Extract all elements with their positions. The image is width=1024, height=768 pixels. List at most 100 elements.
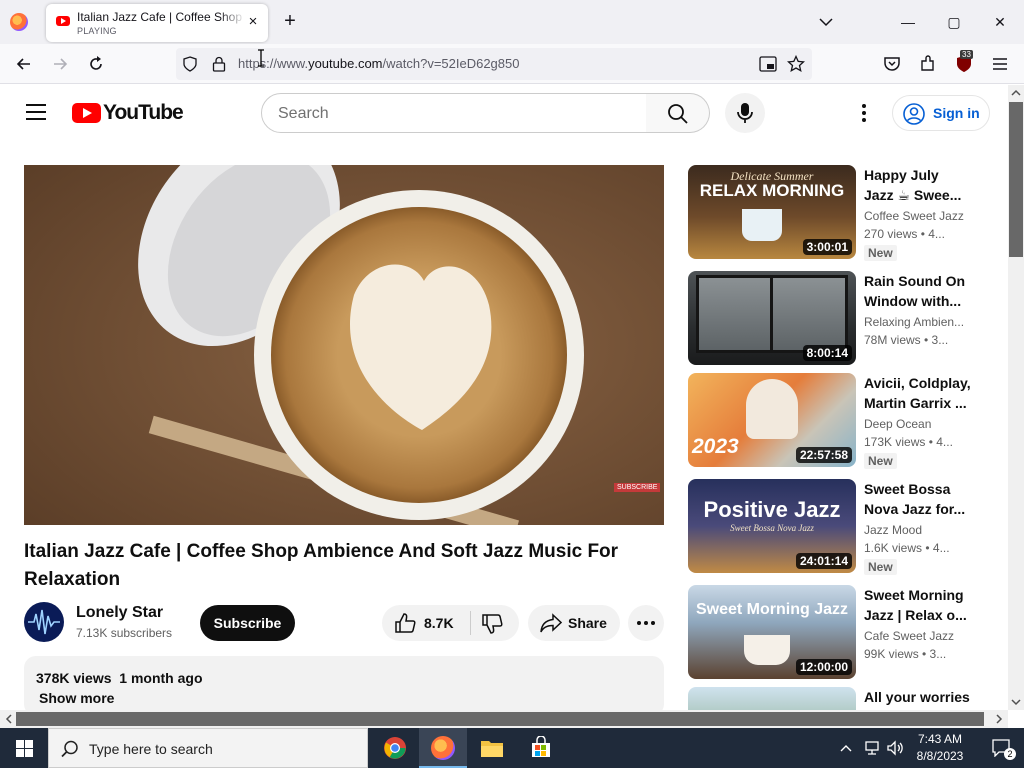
taskbar-clock-time[interactable]: 7:43 AM	[912, 732, 968, 746]
taskbar-file-explorer[interactable]	[468, 728, 516, 768]
vertical-scrollbar-thumb[interactable]	[1009, 102, 1023, 257]
guide-menu-icon[interactable]	[26, 103, 46, 121]
sound-wave-icon	[28, 609, 60, 635]
video-duration: 24:01:14	[795, 553, 852, 569]
start-button[interactable]	[0, 728, 48, 768]
reload-icon[interactable]	[86, 54, 106, 74]
folder-icon	[481, 741, 503, 757]
scroll-right-arrow-icon[interactable]	[993, 713, 1005, 725]
firefox-icon	[431, 736, 455, 760]
store-icon	[532, 736, 550, 757]
channel-avatar[interactable]	[24, 602, 64, 642]
firefox-icon[interactable]	[10, 13, 28, 31]
video-duration: 12:00:00	[795, 659, 852, 675]
recommendation-title[interactable]: Sweet Bossa Nova Jazz for...	[864, 479, 972, 519]
new-tab-button[interactable]: +	[280, 11, 300, 31]
recommendation-item[interactable]: Delicate Summer RELAX MORNING 3:00:01 Ha…	[688, 165, 988, 261]
window-maximize-button[interactable]: ▢	[944, 12, 964, 32]
video-duration: 22:57:58	[795, 447, 852, 463]
video-player[interactable]: SUBSCRIBE	[24, 165, 664, 525]
tracking-shield-icon[interactable]	[182, 56, 198, 72]
share-button[interactable]: Share	[528, 605, 620, 641]
video-frame-latte-art	[24, 165, 664, 525]
recommendation-thumbnail[interactable]: Positive Jazz Sweet Bossa Nova Jazz 24:0…	[688, 479, 856, 573]
pocket-icon[interactable]	[882, 54, 902, 74]
taskbar-firefox-active[interactable]	[419, 728, 467, 768]
recommendation-thumbnail[interactable]: Delicate Summer RELAX MORNING 3:00:01	[688, 165, 856, 259]
dislike-icon[interactable]	[481, 614, 503, 634]
address-bar[interactable]: https://www.youtube.com/watch?v=52IeD62g…	[176, 48, 812, 80]
back-icon[interactable]	[14, 54, 34, 74]
recommendation-title[interactable]: All your worries	[864, 687, 972, 707]
taskbar-chrome[interactable]	[371, 728, 419, 768]
voice-search-button[interactable]	[725, 93, 765, 133]
list-tabs-icon[interactable]	[816, 13, 836, 31]
recommendation-channel[interactable]: Jazz Mood	[864, 523, 972, 537]
recommendation-item[interactable]: 8:00:14 Rain Sound On Window with... Rel…	[688, 271, 988, 365]
sign-in-button[interactable]: Sign in	[892, 95, 990, 131]
recommendation-item[interactable]: Sweet Morning Jazz 12:00:00 Sweet Mornin…	[688, 585, 988, 679]
youtube-favicon-icon	[56, 16, 70, 26]
youtube-logo-text[interactable]: YouTube	[103, 101, 184, 125]
bookmark-star-icon[interactable]	[787, 55, 805, 73]
show-more-link[interactable]: Show more	[39, 690, 114, 706]
window-close-button[interactable]: ✕	[990, 12, 1010, 32]
browser-tab-active[interactable]: Italian Jazz Cafe | Coffee Shop Ambience…	[46, 4, 268, 42]
scroll-down-arrow-icon[interactable]	[1010, 696, 1022, 708]
thumbnail-headline: RELAX MORNING	[699, 181, 845, 200]
channel-name[interactable]: Lonely Star	[76, 604, 163, 622]
window-minimize-button[interactable]: —	[898, 12, 918, 32]
recommendation-channel[interactable]: Relaxing Ambien...	[864, 315, 972, 329]
picture-in-picture-icon[interactable]	[759, 56, 777, 72]
taskbar-search-box[interactable]: Type here to search	[48, 728, 368, 768]
volume-icon[interactable]	[886, 740, 904, 756]
recommendation-title[interactable]: Happy July Jazz ☕ Swee...	[864, 165, 972, 205]
windows-taskbar: Type here to search 7:43 AM 8/8/2023 2	[0, 728, 1024, 768]
like-divider	[470, 611, 471, 635]
recommendation-item[interactable]: Positive Jazz Sweet Bossa Nova Jazz 24:0…	[688, 479, 988, 575]
description-box[interactable]: 378K views 1 month ago Show more	[24, 656, 664, 716]
hamburger-menu-icon[interactable]	[990, 54, 1010, 74]
network-icon[interactable]	[862, 740, 880, 756]
recommendation-channel[interactable]: Deep Ocean	[864, 417, 972, 431]
subscribe-watermark[interactable]: SUBSCRIBE	[614, 483, 661, 492]
recommendation-thumbnail[interactable]: Sweet Morning Jazz 12:00:00	[688, 585, 856, 679]
url-text[interactable]: https://www.youtube.com/watch?v=52IeD62g…	[238, 56, 519, 71]
taskbar-store[interactable]	[517, 728, 565, 768]
youtube-logo-icon[interactable]	[72, 103, 101, 123]
lock-icon[interactable]	[212, 56, 226, 72]
extensions-icon[interactable]	[918, 54, 938, 74]
search-box[interactable]	[261, 93, 647, 133]
account-icon	[903, 103, 925, 125]
recommendation-channel[interactable]: Cafe Sweet Jazz	[864, 629, 972, 643]
like-count[interactable]: 8.7K	[424, 615, 454, 631]
recommendation-item[interactable]: 2023 22:57:58 Avicii, Coldplay, Martin G…	[688, 373, 988, 469]
recommendation-title[interactable]: Sweet Morning Jazz | Relax o...	[864, 585, 972, 625]
like-icon[interactable]	[394, 613, 416, 633]
recommendation-item[interactable]: All your worries	[688, 687, 988, 710]
coffee-cup-illustration	[744, 635, 790, 665]
horizontal-scrollbar-thumb[interactable]	[16, 712, 984, 726]
recommendation-thumbnail[interactable]: 8:00:14	[688, 271, 856, 365]
search-input[interactable]	[278, 104, 618, 124]
action-center-button[interactable]: 2	[980, 728, 1024, 768]
recommendation-title[interactable]: Rain Sound On Window with...	[864, 271, 972, 311]
scroll-left-arrow-icon[interactable]	[3, 713, 15, 725]
notification-count-badge: 2	[1004, 748, 1016, 760]
tab-close-button[interactable]: ×	[245, 14, 261, 30]
search-button[interactable]	[646, 93, 710, 133]
taskbar-clock-date[interactable]: 8/8/2023	[912, 749, 968, 763]
more-actions-button[interactable]	[628, 605, 664, 641]
show-hidden-icons-chevron-icon[interactable]	[839, 742, 853, 754]
recommendation-thumbnail[interactable]: 2023 22:57:58	[688, 373, 856, 467]
video-duration: 3:00:01	[802, 239, 852, 255]
extension-badge: 33	[960, 50, 973, 59]
more-options-icon[interactable]	[853, 101, 875, 125]
recommendation-channel[interactable]: Coffee Sweet Jazz	[864, 209, 972, 223]
recommendation-title[interactable]: Avicii, Coldplay, Martin Garrix ...	[864, 373, 972, 413]
forward-icon[interactable]	[50, 54, 70, 74]
scroll-up-arrow-icon[interactable]	[1010, 87, 1022, 99]
recommendation-meta: 99K views • 3...	[864, 647, 947, 661]
recommendation-thumbnail[interactable]	[688, 687, 856, 710]
subscribe-button[interactable]: Subscribe	[200, 605, 295, 641]
